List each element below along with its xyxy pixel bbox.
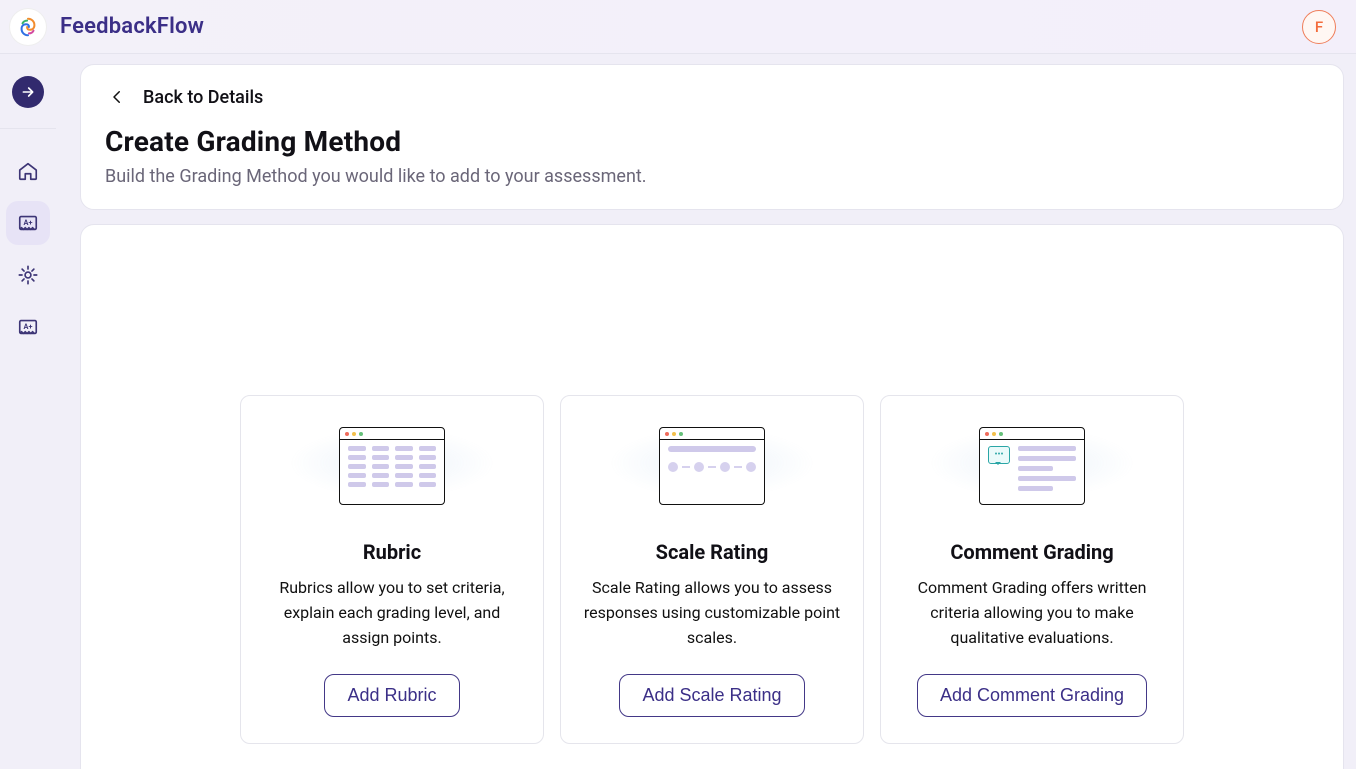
back-label: Back to Details: [143, 87, 263, 108]
page-header-panel: Back to Details Create Grading Method Bu…: [80, 64, 1344, 210]
home-icon: [17, 160, 39, 182]
swirl-icon: [17, 16, 39, 38]
grade-card-icon: A+: [17, 316, 39, 338]
card-description: Rubrics allow you to set criteria, expla…: [263, 576, 521, 652]
method-options-panel: Rubric Rubrics allow you to set criteria…: [80, 224, 1344, 769]
speech-bubble-icon: •••: [988, 446, 1010, 464]
comment-illustration: •••: [947, 416, 1117, 516]
chevron-left-icon: [105, 85, 129, 109]
sidebar-item-settings[interactable]: [6, 253, 50, 297]
card-title: Scale Rating: [656, 540, 769, 564]
add-scale-rating-button[interactable]: Add Scale Rating: [619, 674, 804, 717]
grade-card-icon: A+: [17, 212, 39, 234]
scale-illustration: [627, 416, 797, 516]
card-description: Comment Grading offers written criteria …: [903, 576, 1161, 652]
back-link[interactable]: Back to Details: [105, 85, 1319, 109]
sidebar-item-assessments[interactable]: A+: [6, 201, 50, 245]
card-title: Rubric: [363, 540, 421, 564]
user-avatar[interactable]: F: [1302, 10, 1336, 44]
sidebar-separator: [0, 128, 56, 129]
arrow-right-circle-icon: [12, 76, 44, 108]
method-cards: Rubric Rubrics allow you to set criteria…: [105, 395, 1319, 744]
content: Back to Details Create Grading Method Bu…: [56, 54, 1356, 769]
window-icon: •••: [979, 427, 1085, 505]
app-root: FeedbackFlow F A+: [0, 0, 1356, 769]
page-title: Create Grading Method: [105, 125, 1319, 158]
window-icon: [339, 427, 445, 505]
page-subtitle: Build the Grading Method you would like …: [105, 166, 1319, 187]
sidebar-item-home[interactable]: [6, 149, 50, 193]
window-icon: [659, 427, 765, 505]
card-description: Scale Rating allows you to assess respon…: [583, 576, 841, 652]
app-logo: [10, 9, 46, 45]
topbar: FeedbackFlow F: [0, 0, 1356, 54]
svg-text:A+: A+: [24, 218, 33, 227]
rubric-illustration: [307, 416, 477, 516]
card-comment-grading: ••• Comment Grading Comment Grading offe…: [880, 395, 1184, 744]
add-comment-grading-button[interactable]: Add Comment Grading: [917, 674, 1147, 717]
gear-icon: [17, 264, 39, 286]
sidebar: A+ A+: [0, 54, 56, 769]
sidebar-item-grades[interactable]: A+: [6, 305, 50, 349]
sidebar-toggle[interactable]: [6, 70, 50, 114]
avatar-initial: F: [1315, 18, 1323, 36]
add-rubric-button[interactable]: Add Rubric: [324, 674, 459, 717]
brand: FeedbackFlow: [10, 9, 204, 45]
card-title: Comment Grading: [950, 540, 1113, 564]
card-rubric: Rubric Rubrics allow you to set criteria…: [240, 395, 544, 744]
card-scale-rating: Scale Rating Scale Rating allows you to …: [560, 395, 864, 744]
svg-text:A+: A+: [24, 322, 33, 331]
brand-name: FeedbackFlow: [60, 14, 204, 39]
